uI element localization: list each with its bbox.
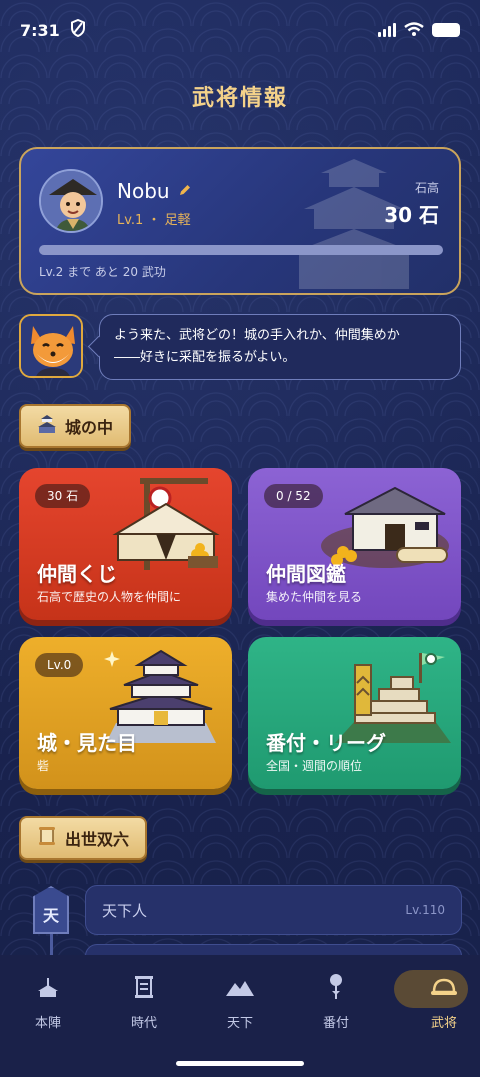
tab-busho[interactable]: 武将 bbox=[394, 970, 480, 1044]
scroll-icon bbox=[37, 826, 57, 850]
card-banzuke-league[interactable]: 番付・リーグ 全国・週間の順位 bbox=[248, 637, 461, 789]
card-title: 仲間図鑑 bbox=[266, 562, 346, 586]
card-subtitle: 全国・週間の順位 bbox=[266, 759, 363, 773]
tab-tenka[interactable]: 天下 bbox=[192, 970, 288, 1044]
pin-icon bbox=[288, 970, 384, 1004]
home-indicator bbox=[176, 1061, 304, 1066]
helmet-icon bbox=[396, 970, 480, 1004]
section-castle-label: 城の中 bbox=[65, 418, 114, 437]
tab-jidai[interactable]: 時代 bbox=[96, 970, 192, 1044]
player-name[interactable]: Nobu bbox=[117, 179, 192, 203]
card-castle-appearance[interactable]: Lv.0 城・見た目 砦 bbox=[19, 637, 232, 789]
card-nakama-zukan[interactable]: 0 / 52 仲間図鑑 集めた仲間を見る bbox=[248, 468, 461, 620]
section-castle-tag: 城の中 bbox=[19, 404, 132, 448]
tab-label: 本陣 bbox=[34, 1016, 61, 1031]
koku-value: 30 石 bbox=[384, 203, 439, 227]
tab-label: 時代 bbox=[130, 1016, 157, 1031]
card-badge: 30 石 bbox=[35, 484, 91, 508]
camp-icon bbox=[0, 970, 96, 1004]
shield-icon bbox=[70, 18, 86, 41]
signal-icon bbox=[378, 23, 396, 37]
tab-banzuke[interactable]: 番付 bbox=[288, 970, 384, 1044]
next-level-text: Lv.2 まで あと 20 武功 bbox=[39, 265, 166, 279]
wifi-icon bbox=[404, 21, 424, 40]
card-nakama-kuji[interactable]: 30 石 仲間くじ 石高で歴史の人物を仲間に bbox=[19, 468, 232, 620]
edit-pencil-icon[interactable] bbox=[178, 182, 192, 201]
mascot-speech-bubble: よう来た、武将どの！城の手入れか、仲間集めか ――好きに采配を振るがよい。 bbox=[99, 314, 461, 380]
player-level: Lv.1 ・ 足軽 bbox=[117, 213, 191, 228]
koku-label: 石高 bbox=[414, 181, 439, 195]
status-bar: 7:31 bbox=[0, 0, 480, 60]
mascot-avatar bbox=[19, 314, 83, 378]
battery-icon bbox=[432, 23, 460, 37]
card-subtitle: 石高で歴史の人物を仲間に bbox=[37, 590, 182, 604]
mascot-message-line1: よう来た、武将どの！城の手入れか、仲間集めか bbox=[114, 328, 400, 343]
section-sugoroku-label: 出世双六 bbox=[65, 830, 130, 849]
mascot-message-line2: ――好きに采配を振るがよい。 bbox=[114, 350, 296, 365]
card-subtitle: 砦 bbox=[37, 759, 50, 773]
card-badge: 0 / 52 bbox=[264, 484, 323, 508]
status-time: 7:31 bbox=[20, 20, 60, 40]
card-badge: Lv.0 bbox=[35, 653, 84, 677]
bottom-tab-bar: 本陣 時代 天下 番付 武将 bbox=[0, 955, 480, 1077]
ladder-row-title: 天下人 bbox=[102, 901, 148, 920]
tab-label: 武将 bbox=[430, 1016, 457, 1031]
ladder-row[interactable]: 天下人 Lv.110 bbox=[85, 885, 462, 935]
section-sugoroku-tag: 出世双六 bbox=[19, 816, 148, 860]
scroll-icon bbox=[96, 970, 192, 1004]
tab-honjin[interactable]: 本陣 bbox=[0, 970, 96, 1044]
card-subtitle: 集めた仲間を見る bbox=[266, 590, 363, 604]
level-progress-bar bbox=[39, 245, 443, 255]
mountain-icon bbox=[192, 970, 288, 1004]
card-title: 仲間くじ bbox=[37, 562, 117, 586]
avatar[interactable] bbox=[39, 169, 103, 233]
player-name-text: Nobu bbox=[117, 179, 170, 203]
ladder-row-level: Lv.110 bbox=[405, 903, 445, 917]
profile-card[interactable]: Nobu Lv.1 ・ 足軽 石高 30 石 Lv.2 まで あと 20 武功 bbox=[19, 147, 461, 295]
castle-icon bbox=[37, 415, 57, 437]
card-title: 城・見た目 bbox=[37, 731, 137, 755]
card-title: 番付・リーグ bbox=[266, 731, 386, 755]
page-title: 武将情報 bbox=[191, 86, 288, 111]
tab-label: 天下 bbox=[226, 1016, 253, 1031]
tab-label: 番付 bbox=[322, 1016, 349, 1031]
